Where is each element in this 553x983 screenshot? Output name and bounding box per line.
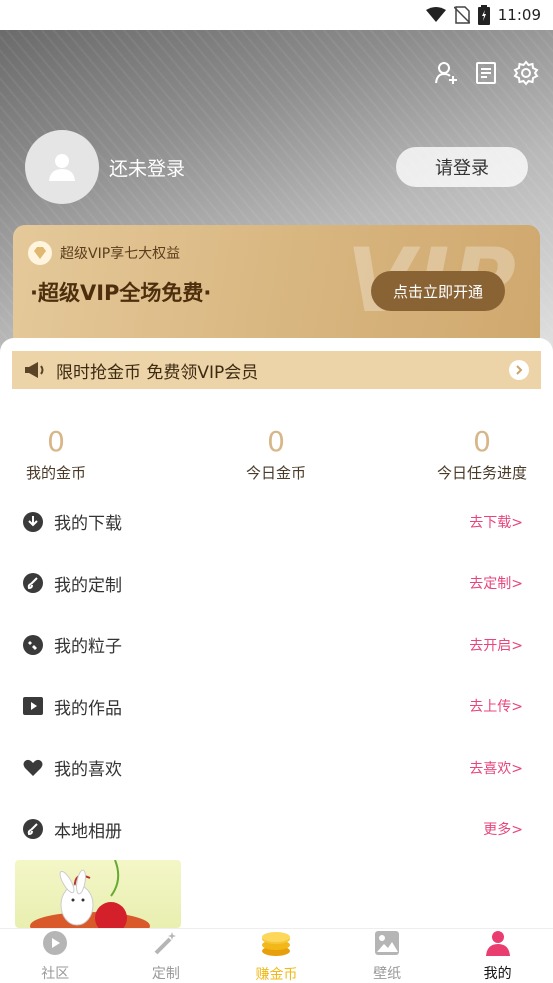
main-sheet: 限时抢金币 免费领VIP会员 0 我的金币 0 今日金币 0 今日任务进度 我的… [0,338,553,928]
profile-header: 还未登录 请登录 VIP 超级VIP享七大权益 ·超级VIP全场免费· 点击立即… [0,30,553,360]
bottom-nav: 社区 定制 赚金币 壁纸 我的 [0,928,553,983]
stats-row: 0 我的金币 0 今日金币 0 今日任务进度 [0,426,553,486]
gear-icon[interactable] [513,60,539,86]
menu-item-downloads[interactable]: 我的下载 去下载> [0,491,553,553]
menu-item-action[interactable]: 去上传> [469,696,523,716]
menu-item-label: 我的定制 [54,575,122,596]
no-sim-icon [453,6,470,24]
stat-label: 今日金币 [245,464,306,482]
vip-open-button[interactable]: 点击立即开通 [371,271,505,311]
user-row: 还未登录 请登录 [25,130,528,204]
stat-value: 0 [473,425,491,458]
menu-item-customize[interactable]: 我的定制 去定制> [0,553,553,615]
image-icon [374,930,400,960]
download-icon [22,511,44,533]
brush-icon [22,572,44,594]
nav-label: 赚金币 [255,966,298,983]
wifi-icon [425,7,446,23]
brush-icon [22,818,44,840]
menu-item-label: 我的喜欢 [54,760,122,781]
battery-icon [477,5,490,25]
community-icon [42,930,68,960]
nav-me[interactable]: 我的 [442,929,553,983]
stat-value: 0 [267,425,285,458]
wand-icon [153,930,179,960]
login-status: 还未登录 [109,157,186,180]
person-icon [485,930,511,960]
header-actions [433,60,539,86]
menu-item-action[interactable]: 去开启> [469,635,523,655]
menu-item-action[interactable]: 去下载> [469,512,523,532]
menu-item-label: 我的下载 [54,514,122,535]
stat-today-coins[interactable]: 0 今日金币 [244,426,308,483]
nav-wallpaper[interactable]: 壁纸 [332,929,443,983]
stat-my-coins[interactable]: 0 我的金币 [25,426,87,483]
album-thumbnail[interactable] [15,860,181,928]
stat-label: 今日任务进度 [436,464,527,482]
menu-item-favorites[interactable]: 我的喜欢 去喜欢> [0,737,553,799]
diamond-icon [28,241,52,265]
menu-item-works[interactable]: 我的作品 去上传> [0,676,553,738]
menu-item-label: 我的作品 [54,698,122,719]
menu-item-local-album[interactable]: 本地相册 更多> [0,799,553,861]
stat-label: 我的金币 [25,464,86,482]
vip-title: ·超级VIP全场免费· [30,281,212,305]
avatar[interactable] [25,130,99,204]
menu-list: 我的下载 去下载> 我的定制 去定制> 我的粒子 去开启> 我的作品 去上传> [0,491,553,860]
nav-label: 定制 [151,965,180,982]
menu-item-label: 我的粒子 [54,637,122,658]
stat-task-progress[interactable]: 0 今日任务进度 [436,426,528,483]
status-bar: 11:09 [0,0,553,30]
heart-icon [22,757,44,779]
coins-icon [260,929,292,961]
nav-community[interactable]: 社区 [0,929,111,983]
menu-item-particles[interactable]: 我的粒子 去开启> [0,614,553,676]
promo-banner[interactable]: 限时抢金币 免费领VIP会员 [12,351,541,389]
particle-icon [22,634,44,656]
nav-label: 社区 [41,965,70,982]
nav-label: 我的 [483,965,512,982]
play-icon [22,695,44,717]
vip-tag: 超级VIP享七大权益 [28,241,180,265]
nav-customize[interactable]: 定制 [111,929,222,983]
menu-item-action[interactable]: 更多> [483,819,523,839]
stat-value: 0 [47,425,65,458]
chevron-right-icon[interactable] [509,360,529,380]
menu-item-action[interactable]: 去定制> [469,573,523,593]
add-user-icon[interactable] [433,60,459,86]
promo-text: 限时抢金币 免费领VIP会员 [56,362,259,383]
vip-tag-label: 超级VIP享七大权益 [60,246,181,262]
megaphone-icon [24,359,46,381]
login-button[interactable]: 请登录 [396,147,528,187]
status-time: 11:09 [497,6,541,24]
nav-label: 壁纸 [373,965,402,982]
menu-item-action[interactable]: 去喜欢> [469,758,523,778]
document-icon[interactable] [473,60,499,86]
menu-item-label: 本地相册 [54,821,122,842]
nav-earn-coins[interactable]: 赚金币 [221,929,332,983]
